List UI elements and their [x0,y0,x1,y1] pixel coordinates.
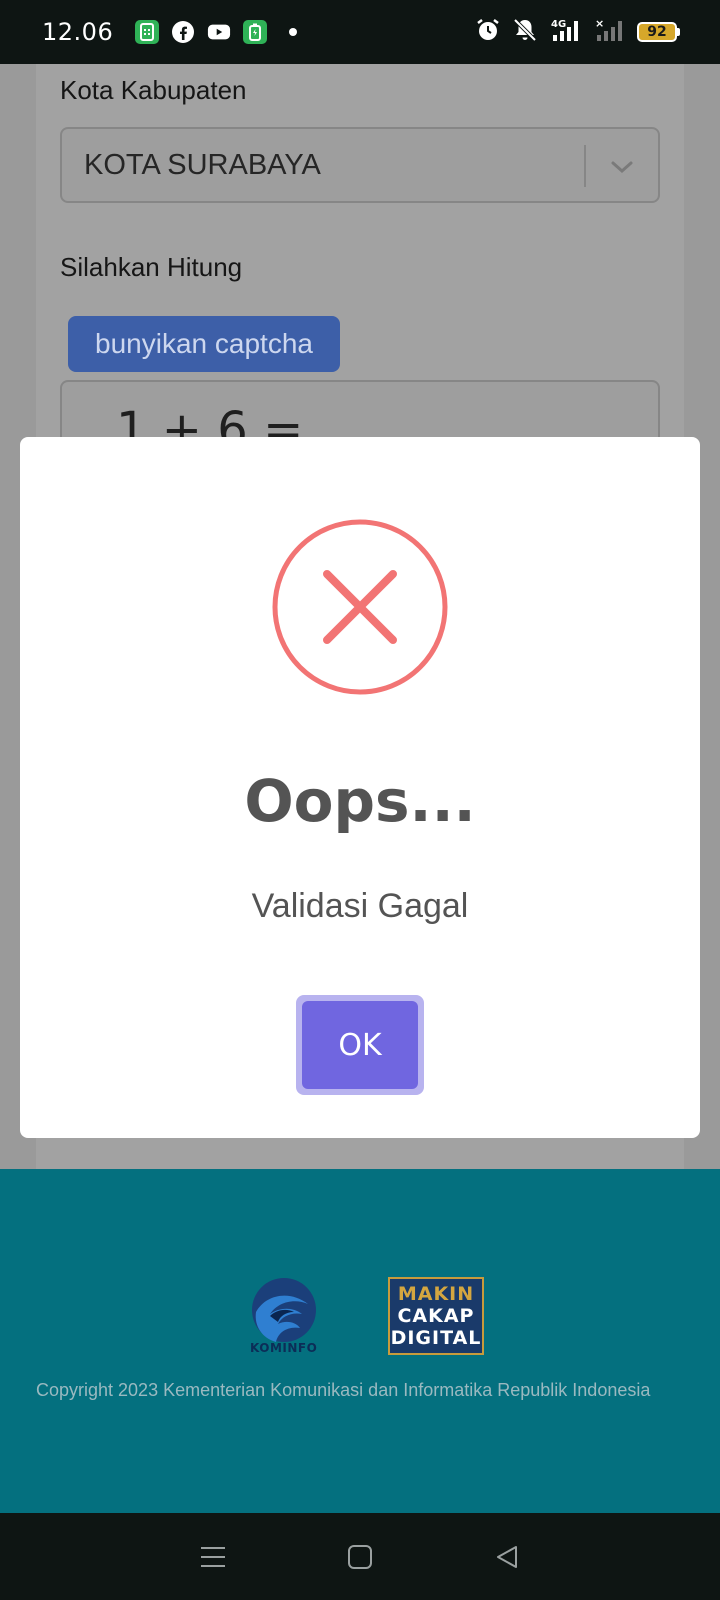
system-nav-bar [0,1513,720,1600]
signal-no-service-icon: × [593,17,627,47]
copyright-text: Copyright 2023 Kementerian Komunikasi da… [36,1380,651,1400]
alarm-icon [475,17,501,47]
select-separator [584,145,586,187]
dialog-title: Oops... [244,767,476,835]
footer: KOMINFO MAKIN CAKAP DIGITAL Copyright 20… [0,1169,720,1513]
status-bar: 12.06 4G × 92 [0,0,720,64]
ok-button-focus-ring: OK [296,995,424,1095]
dialog-message: Validasi Gagal [251,887,469,925]
battery-cap [677,28,680,36]
battery-saver-app-icon [243,20,268,44]
phone-app-icon [135,20,160,44]
captcha-audio-button[interactable]: bunyikan captcha [68,316,340,372]
mcd-line-1: MAKIN [397,1283,475,1305]
system-icons: 4G × 92 [475,17,680,47]
home-square-icon[interactable] [340,1537,380,1577]
captcha-label: Silahkan Hitung [60,252,243,282]
notification-dot [289,28,298,36]
status-time: 12.06 [42,18,114,46]
error-x-icon [272,519,448,695]
battery-icon: 92 [637,22,680,42]
mcd-line-3: DIGITAL [390,1327,482,1349]
ok-button[interactable]: OK [302,1001,418,1089]
region-select[interactable]: KOTA SURABAYA [60,127,660,203]
facebook-icon [171,20,195,44]
recents-menu-icon[interactable] [193,1537,233,1577]
region-label: Kota Kabupaten [60,75,247,105]
chevron-down-icon[interactable] [608,153,636,181]
region-select-value: KOTA SURABAYA [84,149,321,181]
page: 12.06 4G × 92 Kota Kabupaten KOTA SURABA… [0,0,720,1600]
notification-icons [135,20,298,44]
signal-4g-icon: 4G [549,17,583,47]
youtube-icon [207,20,231,44]
battery-level: 92 [637,22,677,42]
kominfo-logo-text: KOMINFO [250,1341,318,1355]
svg-text:×: × [595,17,604,30]
makin-cakap-digital-logo: MAKIN CAKAP DIGITAL [388,1277,484,1355]
mute-icon [511,17,539,47]
back-triangle-icon[interactable] [487,1537,527,1577]
mcd-line-2: CAKAP [397,1305,475,1327]
error-dialog: Oops... Validasi Gagal OK [20,437,700,1138]
svg-text:4G: 4G [551,19,566,30]
